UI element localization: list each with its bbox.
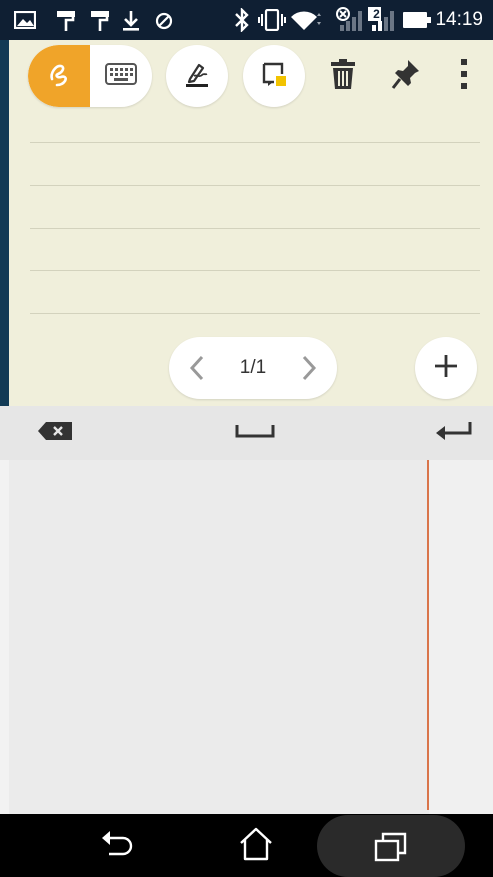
image-icon [13, 10, 37, 34]
enter-key[interactable] [430, 420, 478, 446]
ruled-line [30, 313, 480, 314]
backspace-key[interactable] [35, 420, 75, 446]
pin-button[interactable] [384, 56, 428, 96]
block-icon [155, 12, 173, 35]
pen-icon [182, 59, 212, 94]
ruled-line [30, 185, 480, 186]
sim2-label: 2 [373, 7, 380, 21]
handwriting-input-pad[interactable] [9, 460, 493, 814]
vibrate-icon [258, 8, 286, 36]
pin-icon [391, 58, 421, 95]
navigation-bar [0, 814, 493, 877]
keyboard-mode-icon [105, 62, 137, 90]
handwriting-divider [427, 460, 429, 810]
space-icon [235, 423, 275, 444]
space-key[interactable] [228, 420, 282, 446]
handwriting-mode-button[interactable] [28, 45, 90, 107]
delete-button[interactable] [321, 56, 365, 96]
clock: 14:19 [435, 9, 483, 30]
back-button[interactable] [96, 828, 140, 864]
status-bar: 2 14:19 [0, 0, 493, 40]
home-icon [238, 826, 274, 867]
chevron-right-icon[interactable] [299, 355, 319, 381]
ruled-line [30, 270, 480, 271]
recents-icon [374, 832, 408, 867]
wifi-icon [290, 9, 322, 36]
screen: 2 14:19 1/1 [0, 0, 493, 877]
download-icon [122, 10, 140, 37]
trash-icon [330, 58, 356, 95]
recents-button[interactable] [317, 815, 465, 877]
paint-roller-icon [56, 10, 76, 37]
ruled-line [30, 228, 480, 229]
handwriting-side-pad[interactable] [429, 460, 493, 814]
handwriting-mode-icon [44, 59, 74, 94]
back-icon [101, 829, 135, 864]
input-mode-toggle [28, 45, 152, 107]
page-navigator: 1/1 [169, 337, 337, 399]
note-canvas[interactable]: 1/1 [9, 40, 493, 406]
enter-icon [435, 421, 473, 446]
add-page-button[interactable] [415, 337, 477, 399]
more-vertical-icon [460, 58, 468, 95]
signal-sim1-icon [336, 7, 366, 38]
backspace-icon [37, 421, 73, 446]
plus-icon [432, 352, 460, 385]
pen-button[interactable] [166, 45, 228, 107]
window-edge [0, 40, 9, 406]
handwriting-keyboard-toolbar [0, 406, 493, 460]
bluetooth-icon [234, 7, 250, 37]
ruled-line [30, 142, 480, 143]
sticky-note-icon [259, 59, 289, 94]
paint-roller-icon [90, 10, 110, 37]
keyboard-edge [0, 460, 9, 814]
sticky-note-button[interactable] [243, 45, 305, 107]
more-options-button[interactable] [449, 56, 479, 96]
home-button[interactable] [232, 826, 280, 866]
battery-icon [403, 12, 431, 33]
keyboard-mode-button[interactable] [90, 45, 152, 107]
